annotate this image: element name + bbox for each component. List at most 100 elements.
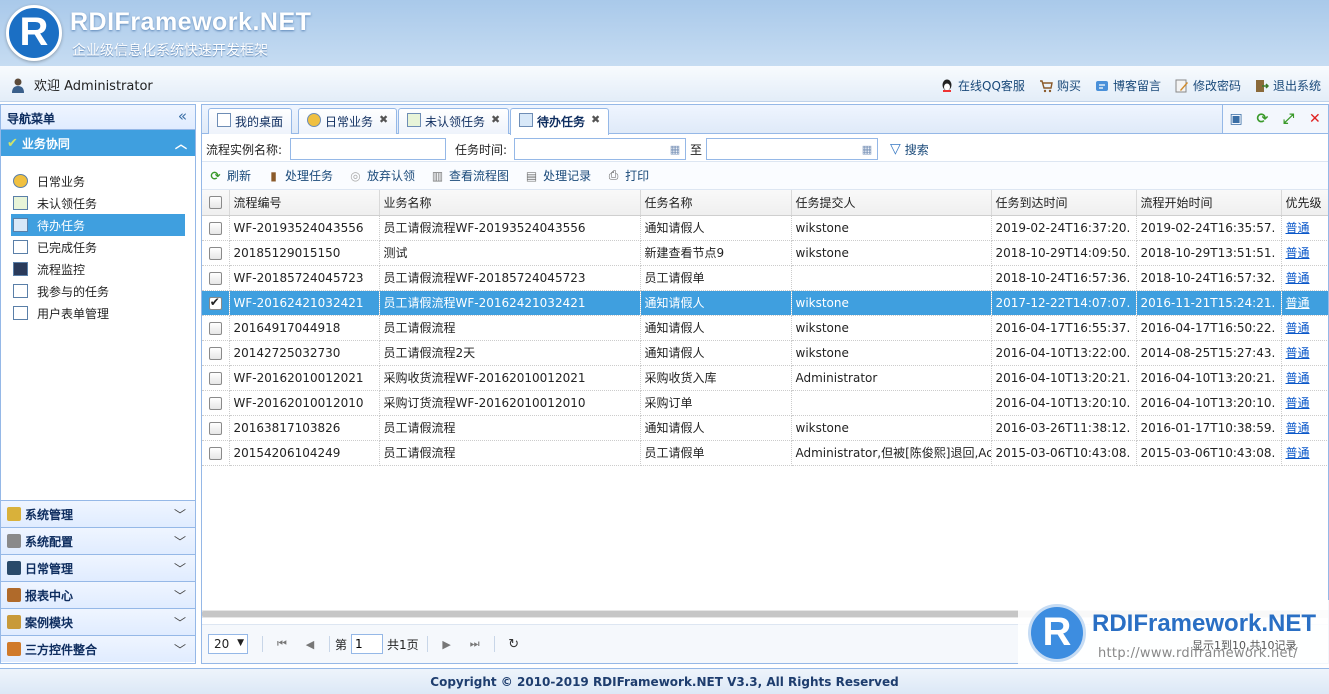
sidebar-item-completed-tasks[interactable]: 已完成任务 (11, 236, 185, 258)
main-panel: 我的桌面 日常业务 ✖ 未认领任务 ✖ 待办任务 ✖ ▣ ⟳ ⤢ ✕ 流程实例名称: … (201, 104, 1329, 664)
column-header[interactable]: 优先级 (1281, 190, 1328, 216)
column-header[interactable]: 任务名称 (640, 190, 792, 216)
priority-cell[interactable]: 普通 (1281, 290, 1328, 316)
priority-cell[interactable]: 普通 (1281, 365, 1328, 391)
priority-cell[interactable]: 普通 (1281, 315, 1328, 341)
cell: 通知请假人 (640, 315, 792, 341)
nav-group-business[interactable]: ✔ 业务协同 ︿ (1, 130, 195, 156)
priority-cell[interactable]: 普通 (1281, 415, 1328, 441)
process-task-button[interactable]: ▮ 处理任务 (266, 167, 333, 184)
refresh-icon: ⟳ (210, 168, 221, 183)
row-checkbox[interactable] (202, 440, 230, 466)
column-header[interactable]: 流程编号 (229, 190, 380, 216)
table-row[interactable]: 20163817103826 员工请假流程 通知请假人 wikstone 2016-03… (202, 415, 1328, 441)
view-flowchart-button[interactable]: ▥ 查看流程图 (430, 167, 509, 184)
process-records-button[interactable]: ▤ 处理记录 (524, 167, 591, 184)
row-checkbox[interactable] (202, 290, 230, 316)
nav-group-report-center[interactable]: 报表中心 ﹀ (1, 581, 195, 608)
header-banner: R RDIFramework.NET 企业级信息化系统快速开发框架 (0, 0, 1329, 66)
row-checkbox[interactable] (202, 315, 230, 341)
reload-icon[interactable]: ↻ (506, 636, 522, 652)
search-button[interactable]: ▽ 搜索 (890, 138, 929, 160)
fullscreen-icon[interactable]: ⤢ (1281, 111, 1297, 127)
page-number-input[interactable] (351, 634, 384, 654)
qq-support-link[interactable]: 在线QQ客服 (940, 77, 1025, 94)
priority-cell[interactable]: 普通 (1281, 440, 1328, 466)
priority-cell[interactable]: 普通 (1281, 390, 1328, 416)
nav-group-daily-management[interactable]: 日常管理 ﹀ (1, 554, 195, 581)
task-time-label: 任务时间: (455, 143, 508, 157)
first-page-icon[interactable]: ⏮ (274, 636, 290, 652)
change-password-link[interactable]: 修改密码 (1175, 77, 1241, 94)
close-icon[interactable]: ✖ (379, 113, 388, 126)
table-row-selected[interactable]: WF-20162421032421员工请假流程WF-20162421032421… (202, 290, 1328, 316)
priority-cell[interactable]: 普通 (1281, 340, 1328, 366)
tab-daily-business[interactable]: 日常业务 ✖ (298, 108, 398, 134)
sidebar-item-my-participated[interactable]: 我参与的任务 (11, 280, 185, 302)
table-row[interactable]: WF-20162010012010 采购订货流程WF-20162010012010… (202, 390, 1328, 416)
tab-todo-tasks[interactable]: 待办任务 ✖ (510, 108, 610, 135)
close-icon[interactable]: ✖ (591, 113, 600, 126)
window-icon[interactable]: ▣ (1228, 111, 1244, 127)
calendar-icon[interactable]: ▦ (858, 139, 876, 159)
refresh-button[interactable]: ⟳ 刷新 (208, 167, 251, 184)
print-button[interactable]: ⎙ 打印 (606, 167, 649, 184)
cell: 员工请假流程WF-20162421032421 (379, 290, 641, 316)
last-page-icon[interactable]: ⏭ (467, 636, 483, 652)
column-header[interactable]: 任务提交人 (791, 190, 992, 216)
row-checkbox[interactable] (202, 265, 230, 291)
next-page-icon[interactable]: ▶ (439, 636, 455, 652)
sidebar-item-user-forms[interactable]: 用户表单管理 (11, 302, 185, 324)
row-checkbox[interactable] (202, 365, 230, 391)
tab-unclaimed-tasks[interactable]: 未认领任务 ✖ (398, 108, 510, 134)
collapse-sidebar-icon[interactable]: « (178, 107, 187, 125)
row-checkbox[interactable] (202, 415, 230, 441)
table-row[interactable]: WF-20193524043556 员工请假流程WF-20193524043556… (202, 215, 1328, 241)
table-row[interactable]: 20154206104249 员工请假流程 员工请假单 Administrator,但… (202, 440, 1328, 466)
abandon-claim-button[interactable]: ◎ 放弃认领 (348, 167, 415, 184)
priority-cell[interactable]: 普通 (1281, 215, 1328, 241)
nav-group-case-module[interactable]: 案例模块 ﹀ (1, 608, 195, 635)
close-icon[interactable]: ✖ (491, 113, 500, 126)
table-row[interactable]: 20185129015150 测试 新建查看节点9 wikstone 2018-10-2… (202, 240, 1328, 266)
sidebar-item-todo-tasks[interactable]: 待办任务 (11, 214, 185, 236)
logout-link[interactable]: 退出系统 (1255, 77, 1321, 94)
pager-separator (426, 636, 428, 652)
row-checkbox[interactable] (202, 240, 230, 266)
close-all-icon[interactable]: ✕ (1307, 111, 1323, 127)
column-header[interactable]: 流程开始时间 (1136, 190, 1282, 216)
row-checkbox[interactable] (202, 340, 230, 366)
table-row[interactable]: WF-20162010012021 采购收货流程WF-20162010012021… (202, 365, 1328, 391)
select-all-checkbox[interactable] (202, 190, 230, 216)
calendar-icon[interactable]: ▦ (666, 139, 684, 159)
cell: Administrator,但被[陈俊熙]退回,Ac (791, 440, 992, 466)
prev-page-icon[interactable]: ◀ (302, 636, 318, 652)
row-checkbox[interactable] (202, 390, 230, 416)
cell: wikstone (791, 215, 992, 241)
cell (791, 265, 992, 291)
sidebar-item-process-monitor[interactable]: 流程监控 (11, 258, 185, 280)
nav-group-third-party[interactable]: 三方控件整合 ﹀ (1, 635, 195, 662)
table-row[interactable]: 20164917044918 员工请假流程 通知请假人 wikstone 2016-04… (202, 315, 1328, 341)
sidebar-item-daily-business[interactable]: 日常业务 (11, 170, 185, 192)
cell: 20142725032730 (229, 340, 380, 366)
nav-group-system-management[interactable]: 系统管理 ﹀ (1, 500, 195, 527)
sidebar-item-unclaimed-tasks[interactable]: 未认领任务 (11, 192, 185, 214)
task-time-to-input[interactable] (706, 138, 878, 160)
table-row[interactable]: 20142725032730 员工请假流程2天 通知请假人 wikstone 2016-… (202, 340, 1328, 366)
buy-link[interactable]: 购买 (1039, 77, 1081, 94)
row-checkbox[interactable] (202, 215, 230, 241)
page-size-select[interactable]: 20 ▼ (208, 634, 248, 654)
refresh-icon[interactable]: ⟳ (1254, 111, 1270, 127)
blog-message-link[interactable]: 博客留言 (1095, 77, 1161, 94)
priority-cell[interactable]: 普通 (1281, 265, 1328, 291)
column-header[interactable]: 任务到达时间 (991, 190, 1137, 216)
task-time-from-input[interactable] (514, 138, 686, 160)
table-row[interactable]: WF-20185724045723 员工请假流程WF-20185724045723… (202, 265, 1328, 291)
instance-name-input[interactable] (290, 138, 446, 160)
column-header[interactable]: 业务名称 (379, 190, 641, 216)
priority-cell[interactable]: 普通 (1281, 240, 1328, 266)
nav-group-system-config[interactable]: 系统配置 ﹀ (1, 527, 195, 554)
cell: 2016-03-26T11:38:12. (991, 415, 1137, 441)
tab-my-desktop[interactable]: 我的桌面 (208, 108, 293, 134)
